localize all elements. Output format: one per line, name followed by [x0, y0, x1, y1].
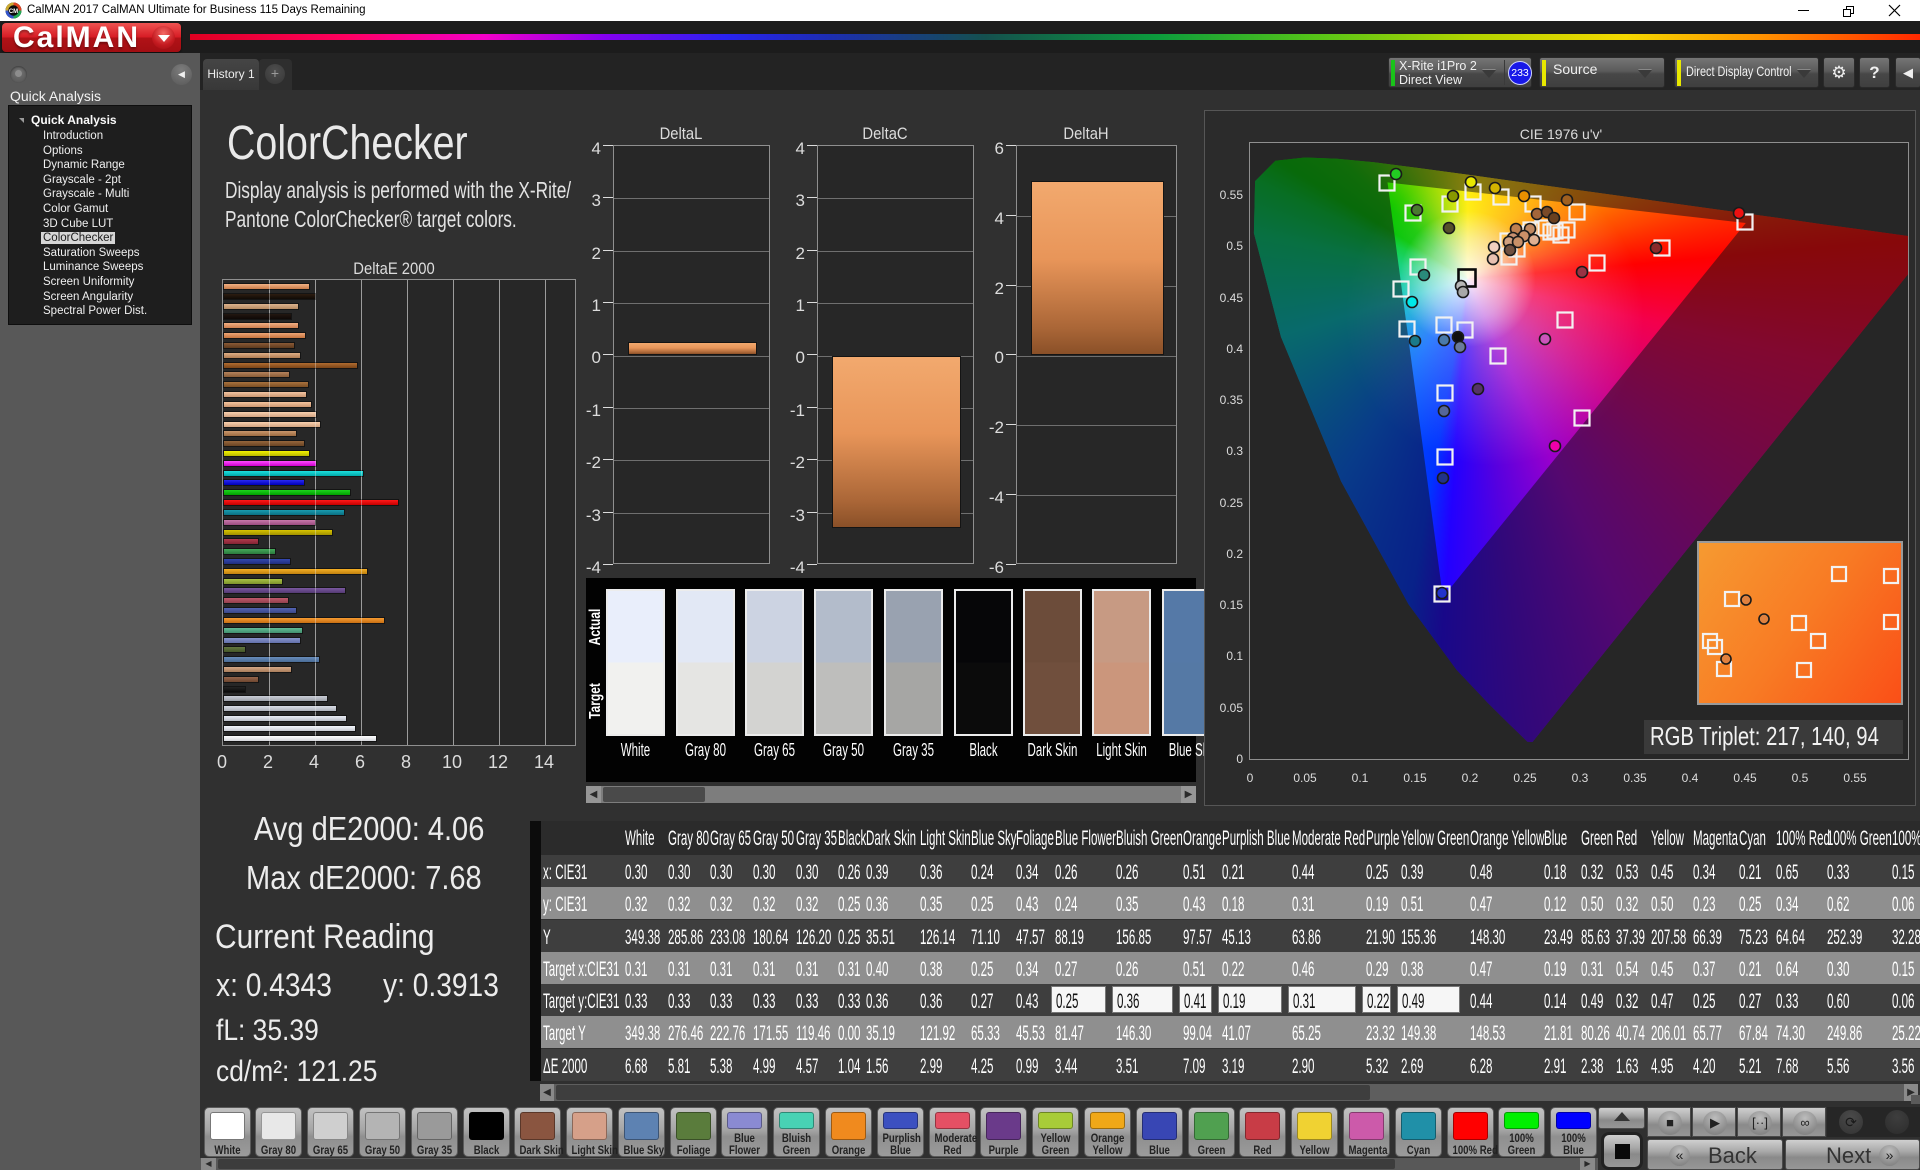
svg-text:CM: CM — [9, 9, 18, 15]
